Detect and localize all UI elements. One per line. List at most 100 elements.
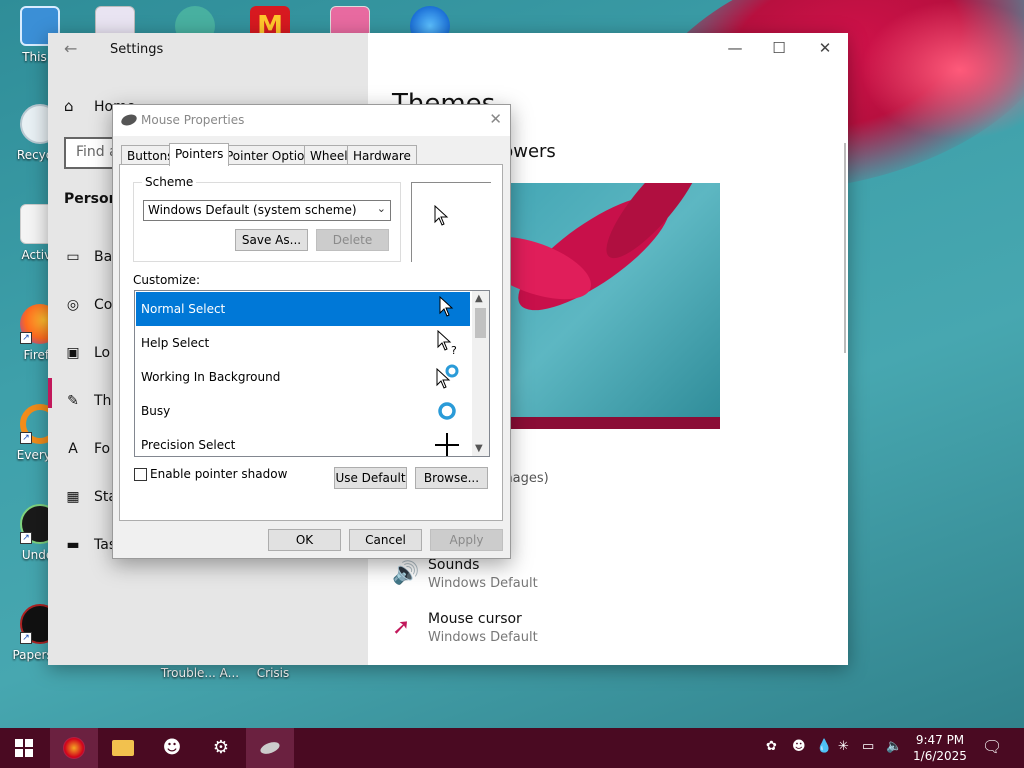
desktop-icon-crisis[interactable]: Crisis [240,666,306,680]
taskbar-settings[interactable]: ⚙ [197,728,245,768]
option-value: Windows Default [428,630,538,645]
list-item-normal-select[interactable]: Normal Select [136,292,470,326]
clock-date: 1/6/2025 [913,749,967,763]
tray-app-icon[interactable]: ✿ [766,739,777,754]
list-item-help-select[interactable]: Help Select ? [136,326,470,360]
mouse-icon [119,112,139,128]
list-item-precision-select[interactable]: Precision Select [136,428,470,456]
active-nav-indicator [48,378,52,408]
tab-hardware[interactable]: Hardware [347,145,417,165]
start-icon: ▦ [66,489,80,505]
pointer-shadow-label: Enable pointer shadow [150,467,288,481]
cancel-button[interactable]: Cancel [349,529,422,551]
taskbar-mouse-properties[interactable] [246,728,294,768]
shortcut-arrow-icon: ↗ [20,632,32,644]
save-as-button[interactable]: Save As... [235,229,308,251]
back-arrow-icon[interactable]: ← [64,39,77,58]
tray-people-icon[interactable]: ☻ [792,739,806,754]
folder-icon [112,740,134,756]
tray-star-icon[interactable]: ✳ [838,739,849,754]
tab-pointers[interactable]: Pointers [169,143,230,166]
busy-cursor-icon [438,402,456,420]
option-value: Windows Default [428,576,538,591]
cursor-name: Working In Background [141,370,281,384]
maximize-button[interactable]: ☐ [764,39,794,57]
cursor-icon: ➚ [392,615,411,640]
scrollbar[interactable] [844,143,846,353]
shortcut-arrow-icon: ↗ [20,332,32,344]
list-item-working-in-background[interactable]: Working In Background [136,360,470,394]
cursor-name: Precision Select [141,438,236,452]
arrow-cursor-icon [439,296,454,317]
window-title: Settings [110,42,164,57]
cursor-list[interactable]: Normal Select Help Select ? Working In B… [134,290,490,457]
scrollbar-thumb[interactable] [475,308,486,338]
pointers-tab-panel: Scheme Windows Default (system scheme) ⌄… [119,164,503,521]
cursor-preview-box [411,182,491,262]
windows-logo-icon [15,739,33,757]
chevron-down-icon: ⌄ [376,202,386,215]
volume-icon[interactable]: 🔈 [886,739,902,754]
svg-text:?: ? [451,344,457,356]
app-icon [63,737,85,759]
close-button[interactable]: ✕ [810,39,840,57]
taskbar: ☻ ⚙ ✿ ☻ 💧 ✳ ▭ 🔈 9:47 PM 1/6/2025 🗨 [0,728,1024,768]
dialog-titlebar[interactable]: Mouse Properties ✕ [113,105,510,136]
delete-button[interactable]: Delete [316,229,389,251]
scheme-selected-value: Windows Default (system scheme) [148,203,357,217]
list-item-busy[interactable]: Busy [136,394,470,428]
sidebar-item-background[interactable]: ▭ Ba [64,249,112,265]
shortcut-arrow-icon: ↗ [20,532,32,544]
ok-button[interactable]: OK [268,529,341,551]
home-icon: ⌂ [64,97,74,115]
tray-drop-icon[interactable]: 💧 [816,739,832,754]
option-name: Sounds [428,557,480,573]
notification-icon[interactable]: 🗨 [982,737,1002,756]
crosshair-cursor-icon [435,433,459,456]
sidebar-item-colors[interactable]: ◎ Co [64,297,112,313]
working-cursor-icon [436,364,459,389]
clock-time: 9:47 PM [915,733,965,747]
sidebar-item-lock-screen[interactable]: ▣ Lo [64,345,110,361]
cursor-name: Normal Select [141,302,226,316]
palette-icon: ◎ [66,297,80,313]
scroll-down-icon[interactable]: ▼ [475,443,483,454]
taskbar-icon: ▬ [66,537,80,553]
option-name: Mouse cursor [428,611,522,627]
sidebar-item-label: Co [94,297,113,313]
browse-button[interactable]: Browse... [415,467,488,489]
brush-icon: ✎ [67,393,79,409]
taskbar-app-3[interactable]: ☻ [148,728,196,768]
taskbar-file-explorer[interactable] [99,728,147,768]
clock[interactable]: 9:47 PM 1/6/2025 [912,732,968,764]
network-icon[interactable]: ▭ [862,739,874,754]
shortcut-arrow-icon: ↗ [20,432,32,444]
sidebar-item-label: Fo [94,441,111,457]
apply-button[interactable]: Apply [430,529,503,551]
taskbar-app-1[interactable] [50,728,98,768]
scheme-label: Scheme [142,175,197,189]
sidebar-item-fonts[interactable]: A Fo [64,441,110,457]
enable-pointer-shadow-checkbox[interactable] [134,468,147,481]
gear-icon: ⚙ [212,737,230,758]
dialog-title: Mouse Properties [141,113,245,127]
list-scrollbar[interactable]: ▲ ▼ [472,291,489,456]
sidebar-item-start[interactable]: ▦ Sta [64,489,117,505]
customize-label: Customize: [133,273,201,287]
desktop-icon-label: Crisis [256,666,290,680]
lock-screen-icon: ▣ [66,345,80,361]
scheme-dropdown[interactable]: Windows Default (system scheme) ⌄ [143,200,391,221]
people-icon: ☻ [162,737,182,758]
sidebar-item-taskbar[interactable]: ▬ Tas [64,537,116,553]
scroll-up-icon[interactable]: ▲ [475,293,483,304]
image-icon: ▭ [66,249,80,265]
use-default-button[interactable]: Use Default [334,467,407,489]
sidebar-item-label: Lo [94,345,111,361]
arrow-cursor-icon [434,205,449,226]
desktop-icon-label: Trouble... A... [160,666,240,680]
help-cursor-icon: ? [437,330,457,356]
desktop-icon-troubleshoot[interactable]: Trouble... A... [160,666,240,680]
start-button[interactable] [0,728,48,768]
close-icon[interactable]: ✕ [489,110,502,128]
minimize-button[interactable]: — [720,39,750,57]
